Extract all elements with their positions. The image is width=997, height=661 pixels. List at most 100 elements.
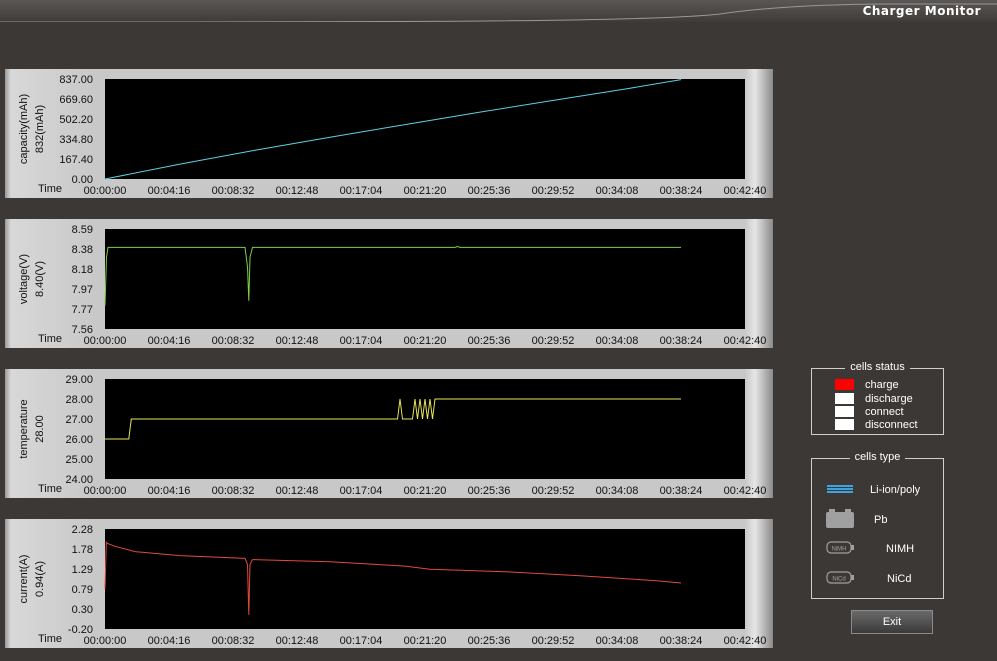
status-label: connect [865, 406, 904, 418]
voltage-chart: 8.598.388.187.977.777.5600:00:00 00:04:16… [18, 224, 766, 347]
current-value-label: 0.94(A) [34, 561, 46, 597]
type-label: NIMH [886, 543, 915, 555]
x-tick-label: 00:12:48 [276, 185, 319, 197]
x-tick-label: 00:34:08 [596, 335, 639, 347]
y-tick-label: 334.80 [59, 134, 93, 146]
x-tick-label: 00:21:20 [404, 635, 447, 647]
nicd-icon-text: NiCd [832, 577, 845, 583]
title-bar-decoration [0, 3, 997, 22]
nicd-battery-icon: NiCd [826, 571, 854, 584]
exit-button[interactable]: Exit [851, 610, 933, 634]
plot-area [105, 379, 745, 479]
type-label: Li-ion/poly [870, 484, 921, 496]
y-axis-label: current(A) [18, 555, 30, 604]
y-tick-label: 8.38 [72, 244, 93, 256]
x-tick-label: 00:08:32 [212, 485, 255, 497]
current-chart-panel: 2.28 1.78 1.29 0.79 0.30 -0.20 00:00:00 00:04:1… [5, 519, 773, 648]
plot-area [105, 529, 745, 629]
y-tick-label: 29.00 [65, 374, 93, 386]
x-tick-label: 00:21:20 [404, 485, 447, 497]
current-chart: 2.281.781.290.790.30-0.2000:00:00 00:04:1… [18, 524, 766, 647]
x-tick-label: 00:12:48 [276, 335, 319, 347]
type-row-pb: Pb [826, 509, 941, 531]
y-axis-label: capacity(mAh) [18, 94, 30, 164]
type-label: Pb [874, 514, 888, 526]
x-tick-label: 00:00:00 [84, 485, 127, 497]
status-label: discharge [865, 393, 913, 405]
capacity-chart: 837.00669.60502.20334.80167.400.0000:00:… [18, 74, 767, 197]
nimh-battery-icon: NiMH [826, 541, 854, 554]
plot-area [105, 229, 745, 329]
current-value-label: 832(mAh) [34, 105, 46, 153]
x-tick-label: 00:29:52 [532, 635, 575, 647]
x-tick-label: 00:21:20 [404, 335, 447, 347]
cells-status-box: cells status charge discharge connect di… [811, 361, 944, 435]
y-tick-label: 502.20 [59, 114, 93, 126]
voltage-chart-panel: 8.59 8.38 8.18 7.97 7.77 7.56 00:00:00 00:04:16… [5, 219, 773, 348]
plot-area [105, 79, 745, 179]
x-tick-label: 00:25:36 [468, 335, 511, 347]
y-tick-label: 7.97 [72, 284, 93, 296]
status-label: disconnect [865, 419, 918, 431]
temperature-chart: 29.0028.0027.0026.0025.0024.0000:00:00 00… [18, 374, 767, 497]
time-axis-label: Time [38, 333, 62, 345]
x-tick-label: 00:17:04 [340, 335, 383, 347]
y-tick-label: 7.77 [72, 304, 93, 316]
cells-type-title: cells type [849, 451, 906, 463]
time-axis-label: Time [38, 183, 62, 195]
y-tick-label: 8.59 [72, 224, 93, 236]
y-tick-label: 167.40 [59, 154, 93, 166]
time-axis-label: Time [38, 633, 62, 645]
x-tick-label: 00:17:04 [340, 635, 383, 647]
x-tick-label: 00:38:24 [660, 635, 703, 647]
x-tick-label: 00:42:40 [724, 485, 767, 497]
status-label: charge [865, 379, 899, 391]
type-row-li-ion: Li-ion/poly [826, 480, 941, 502]
y-axis-label: temperature [18, 399, 30, 458]
capacity-chart-panel: 837.00 669.60 502.20 334.80 167.40 0.00 00:00:… [5, 69, 773, 198]
x-tick-label: 00:12:48 [276, 485, 319, 497]
x-tick-label: 00:25:36 [468, 635, 511, 647]
x-tick-label: 00:17:04 [340, 185, 383, 197]
y-tick-label: 1.29 [72, 564, 93, 576]
x-tick-label: 00:04:16 [148, 635, 191, 647]
x-tick-label: 00:38:24 [660, 335, 703, 347]
y-tick-label: 1.78 [72, 544, 93, 556]
x-tick-label: 00:29:52 [532, 335, 575, 347]
x-tick-label: 00:08:32 [212, 635, 255, 647]
type-row-nimh: NiMH NIMH [826, 539, 941, 561]
x-tick-label: 00:29:52 [532, 485, 575, 497]
x-tick-label: 00:25:36 [468, 485, 511, 497]
title-bar: Charger Monitor [0, 0, 997, 22]
current-value-label: 28.00 [34, 415, 46, 443]
connect-swatch [835, 406, 854, 417]
y-axis-label: voltage(V) [18, 254, 30, 304]
x-tick-label: 00:17:04 [340, 485, 383, 497]
x-tick-label: 00:04:16 [148, 185, 191, 197]
type-row-nicd: NiCd NiCd [826, 569, 941, 591]
current-value-label: 8.40(V) [34, 261, 46, 297]
pb-battery-icon [826, 509, 854, 528]
li-ion-battery-icon [827, 485, 853, 493]
x-tick-label: 00:29:52 [532, 185, 575, 197]
discharge-swatch [835, 393, 854, 404]
y-tick-label: 28.00 [65, 394, 93, 406]
y-tick-label: 0.79 [72, 584, 93, 596]
y-tick-label: 0.30 [72, 604, 93, 616]
x-tick-label: 00:34:08 [596, 485, 639, 497]
x-tick-label: 00:21:20 [404, 185, 447, 197]
charge-swatch [835, 379, 854, 390]
y-tick-label: 8.18 [72, 264, 93, 276]
x-tick-label: 00:04:16 [148, 335, 191, 347]
nimh-icon-text: NiMH [832, 547, 847, 553]
cells-status-title: cells status [845, 361, 910, 373]
y-tick-label: 26.00 [65, 434, 93, 446]
x-tick-label: 00:12:48 [276, 635, 319, 647]
x-tick-label: 00:42:40 [724, 185, 767, 197]
y-tick-label: 25.00 [65, 454, 93, 466]
x-tick-label: 00:00:00 [84, 185, 127, 197]
type-label: NiCd [887, 573, 912, 585]
x-tick-label: 00:04:16 [148, 485, 191, 497]
x-tick-label: 00:00:00 [84, 335, 127, 347]
cells-type-box: cells type Li-ion/poly Pb NiMH NIMH NiCd [811, 451, 944, 599]
